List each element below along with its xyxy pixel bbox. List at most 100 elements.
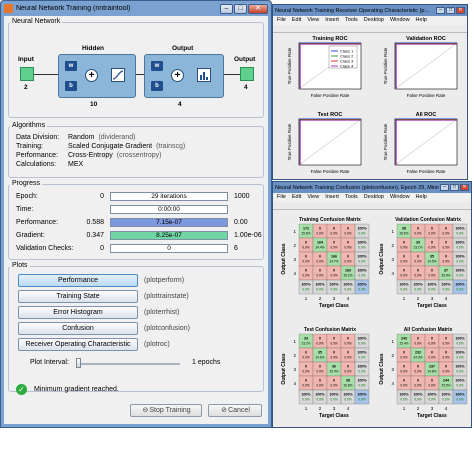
cancel-button[interactable]: ⊘Cancel: [208, 404, 262, 417]
roc-menu-edit[interactable]: Edit: [292, 16, 301, 25]
algo-value: Cross-Entropy: [68, 152, 113, 159]
confusion-cell-count: 100%: [357, 269, 367, 273]
confusion-cell-pct: 0.0%: [400, 384, 407, 388]
confusion-cell-count: 100%: [441, 283, 451, 287]
roc-menu-window[interactable]: Window: [390, 16, 410, 25]
confusion-menu-insert[interactable]: Insert: [325, 193, 339, 202]
output-weight: w: [151, 61, 163, 71]
output-sum-icon: +: [171, 69, 184, 82]
tansig-icon: [111, 68, 125, 82]
confusion-ylabel: Output Class: [379, 243, 385, 274]
confusion-cell-count: 100%: [455, 337, 465, 341]
confusion-cell-count: 0: [347, 241, 349, 245]
output-class-tick: 3: [391, 257, 394, 262]
confusion-cell-count: 0: [431, 241, 433, 245]
confusion-cell-count: 0: [305, 255, 307, 259]
confusion-cell-pct: 0.0%: [428, 288, 435, 292]
confusion-cell-count: 0: [431, 337, 433, 341]
roc-plot-button[interactable]: Receiver Operating Characteristic: [18, 338, 138, 351]
roc-xlabel: False Positive Rate: [407, 169, 446, 174]
target-class-tick: 3: [431, 406, 434, 411]
confusion-menu-file[interactable]: File: [277, 193, 286, 202]
roc-titlebar[interactable]: Neural Network Training Receiver Operati…: [273, 5, 467, 16]
confusion-cell-pct: 0.0%: [442, 342, 449, 346]
roc-maximize-button[interactable]: □: [446, 7, 455, 14]
confusion-menu-help[interactable]: Help: [416, 193, 427, 202]
confusion-ylabel: Output Class: [379, 353, 385, 384]
plot-interval-slider[interactable]: [76, 358, 81, 368]
roc-menu-tools[interactable]: Tools: [345, 16, 358, 25]
progress-value: 8.25e-07: [156, 231, 182, 239]
confusion-cell-pct: 0.0%: [302, 288, 309, 292]
confusion-cell-pct: 0.0%: [442, 370, 449, 374]
plot-interval-track[interactable]: [76, 363, 180, 365]
confusion-cell-count: 100%: [455, 227, 465, 231]
hidden-bias: b: [65, 81, 77, 91]
progress-value: 0: [167, 244, 171, 252]
confusion-menu-desktop[interactable]: Desktop: [364, 193, 384, 202]
main-titlebar[interactable]: Neural Network Training (nntraintool) – …: [1, 1, 271, 16]
roc-minimize-button[interactable]: –: [436, 7, 445, 14]
confusion-cell-pct: 0.0%: [442, 246, 449, 250]
performance-plot-button[interactable]: Performance: [18, 274, 138, 287]
progress-end: 6: [234, 244, 238, 252]
maximize-button[interactable]: □: [234, 3, 247, 14]
confusion-menu-tools[interactable]: Tools: [345, 193, 358, 202]
roc-menu-help[interactable]: Help: [416, 16, 427, 25]
confusion-plot-button[interactable]: Confusion: [18, 322, 138, 335]
confusion-cell-count: 100%: [301, 283, 311, 287]
algo-row-division: Data Division: Random (dividerand): [16, 134, 135, 141]
training-state-plot-button[interactable]: Training State: [18, 290, 138, 303]
confusion-menu-view[interactable]: View: [307, 193, 319, 202]
output-bias: b: [151, 81, 163, 91]
roc-menu-view[interactable]: View: [307, 16, 319, 25]
confusion-cell-count: 0: [445, 365, 447, 369]
algorithms-section-label: Algorithms: [10, 122, 48, 129]
output-layer-size: 4: [178, 101, 182, 108]
confusion-toolbar[interactable]: [273, 202, 471, 210]
minimize-button[interactable]: –: [220, 3, 233, 14]
roc-toolbar[interactable]: [273, 25, 467, 33]
confusion-cell-count: 0: [319, 337, 321, 341]
confusion-cell-count: 38: [402, 227, 406, 231]
progress-end: 1000: [234, 192, 250, 200]
target-class-tick: 4: [347, 296, 350, 301]
stop-training-button[interactable]: ⊖Stop Training: [130, 404, 202, 417]
close-button[interactable]: ✕: [248, 3, 268, 14]
roc-ylabel: True Positive Rate: [287, 47, 292, 84]
confusion-cell-pct: 0.0%: [358, 246, 365, 250]
roc-menu-insert[interactable]: Insert: [325, 16, 339, 25]
roc-close-button[interactable]: ✕: [456, 7, 465, 14]
plot-fn-label: (plotperform): [144, 277, 185, 284]
confusion-cell-pct: 0.0%: [400, 260, 407, 264]
confusion-titlebar[interactable]: Neural Network Training Confusion (plotc…: [273, 182, 471, 193]
confusion-cell-pct: 0.0%: [316, 260, 323, 264]
confusion-minimize-button[interactable]: –: [440, 184, 449, 191]
confusion-cell-pct: 0.0%: [428, 232, 435, 236]
confusion-cell-pct: 25.4%: [329, 370, 338, 374]
confusion-close-button[interactable]: ✕: [460, 184, 469, 191]
confusion-menu-window[interactable]: Window: [390, 193, 410, 202]
confusion-cell-count: 37: [444, 269, 448, 273]
confusion-cell-pct: 0.0%: [302, 384, 309, 388]
confusion-cell-pct: 0.0%: [414, 342, 421, 346]
progress-end: 0.00: [234, 218, 248, 226]
progress-bar-time: 0:00:00: [110, 204, 228, 214]
confusion-cell-count: 0: [403, 269, 405, 273]
roc-menu-file[interactable]: File: [277, 16, 286, 25]
confusion-cell-count: 172: [303, 227, 309, 231]
target-class-tick: 1: [305, 296, 308, 301]
output-node: [240, 67, 254, 81]
confusion-menu-edit[interactable]: Edit: [292, 193, 301, 202]
target-class-tick: 1: [403, 406, 406, 411]
roc-plot-area: Training ROC False Positive Rate True Posi…: [273, 33, 467, 179]
confusion-cell-pct: 0.0%: [428, 356, 435, 360]
roc-ylabel: True Positive Rate: [287, 123, 292, 160]
roc-menu-desktop[interactable]: Desktop: [364, 16, 384, 25]
error-histogram-plot-button[interactable]: Error Histogram: [18, 306, 138, 319]
algo-value: Random: [68, 134, 95, 141]
algo-row-training: Training: Scaled Conjugate Gradient (tra…: [16, 143, 185, 150]
confusion-cell-count: 0: [333, 269, 335, 273]
confusion-maximize-button[interactable]: □: [450, 184, 459, 191]
confusion-cell-pct: 0.0%: [316, 384, 323, 388]
